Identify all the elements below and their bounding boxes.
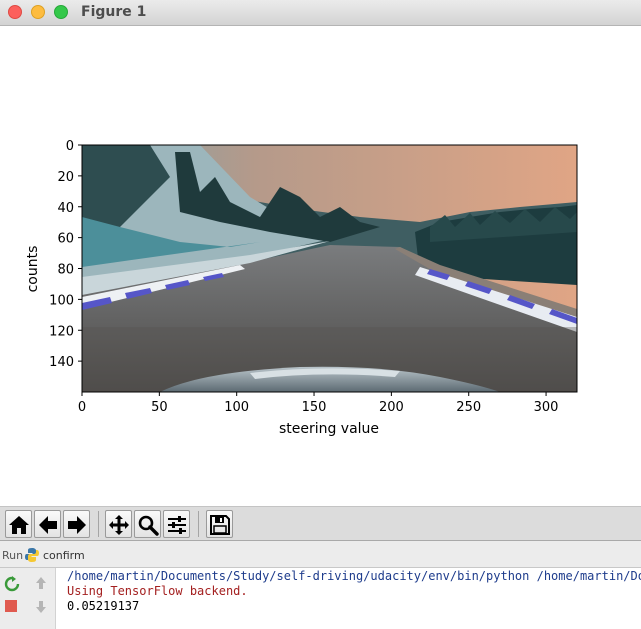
figure-canvas: 0 50 100 150 200 250 300 0 20 40 60 80 100 120 140 st… — [0, 27, 641, 506]
matplotlib-toolbar — [0, 506, 641, 541]
stop-icon[interactable] — [5, 600, 17, 612]
y-tick-label: 80 — [57, 263, 74, 278]
run-panel-gutter — [0, 568, 56, 629]
zoom-button[interactable] — [134, 510, 161, 538]
maximize-window-button[interactable] — [54, 5, 68, 19]
y-tick-label: 60 — [57, 232, 74, 247]
plot-area: 0 50 100 150 200 250 300 0 20 40 60 80 100 120 140 st… — [25, 139, 578, 437]
magnifier-icon — [138, 515, 159, 536]
x-tick-label: 300 — [534, 400, 559, 415]
x-tick-label: 50 — [151, 400, 168, 415]
y-tick-label: 40 — [57, 201, 74, 216]
minimize-window-button[interactable] — [31, 5, 45, 19]
y-tick-label: 120 — [49, 324, 74, 339]
save-button[interactable] — [206, 510, 233, 538]
sliders-icon — [168, 516, 186, 534]
x-tick-label: 250 — [456, 400, 481, 415]
subplots-button[interactable] — [163, 510, 190, 538]
home-button[interactable] — [5, 510, 32, 538]
arrow-left-icon — [39, 516, 57, 534]
python-icon — [25, 548, 39, 562]
pan-button[interactable] — [105, 510, 132, 538]
x-tick-label: 100 — [224, 400, 249, 415]
run-panel-header: Run confirm — [0, 541, 641, 568]
arrow-right-icon — [68, 516, 86, 534]
road-scene-image — [82, 145, 577, 392]
close-window-button[interactable] — [8, 5, 22, 19]
rerun-icon[interactable] — [4, 576, 20, 592]
toolbar-separator — [198, 511, 199, 537]
y-tick-label: 20 — [57, 170, 74, 185]
back-button[interactable] — [34, 510, 61, 538]
y-tick-label: 0 — [66, 139, 74, 154]
console-stderr-line: Using TensorFlow backend. — [67, 584, 248, 598]
x-axis-label: steering value — [279, 421, 379, 437]
arrow-up-icon[interactable] — [35, 576, 47, 590]
run-panel-label: Run — [2, 549, 24, 562]
arrow-down-icon[interactable] — [35, 600, 47, 614]
floppy-icon — [210, 515, 230, 535]
console-stdout-line: 0.05219137 — [67, 599, 140, 613]
y-axis-ticks: 0 20 40 60 80 100 120 140 — [49, 139, 82, 370]
y-tick-label: 140 — [49, 355, 74, 370]
forward-button[interactable] — [63, 510, 90, 538]
window-title: Figure 1 — [81, 4, 147, 20]
console-command-line: /home/martin/Documents/Study/self-drivin… — [67, 569, 641, 583]
x-axis-ticks: 0 50 100 150 200 250 300 — [78, 392, 559, 415]
y-tick-label: 100 — [49, 293, 74, 308]
x-tick-label: 200 — [379, 400, 404, 415]
window-titlebar: Figure 1 — [0, 0, 641, 26]
y-axis-label: counts — [25, 246, 41, 293]
console-output[interactable]: /home/martin/Documents/Study/self-drivin… — [57, 568, 641, 629]
move-icon — [109, 515, 129, 535]
x-tick-label: 150 — [302, 400, 327, 415]
toolbar-separator — [98, 511, 99, 537]
x-tick-label: 0 — [78, 400, 86, 415]
run-config-name[interactable]: confirm — [43, 549, 85, 562]
home-icon — [9, 516, 29, 534]
